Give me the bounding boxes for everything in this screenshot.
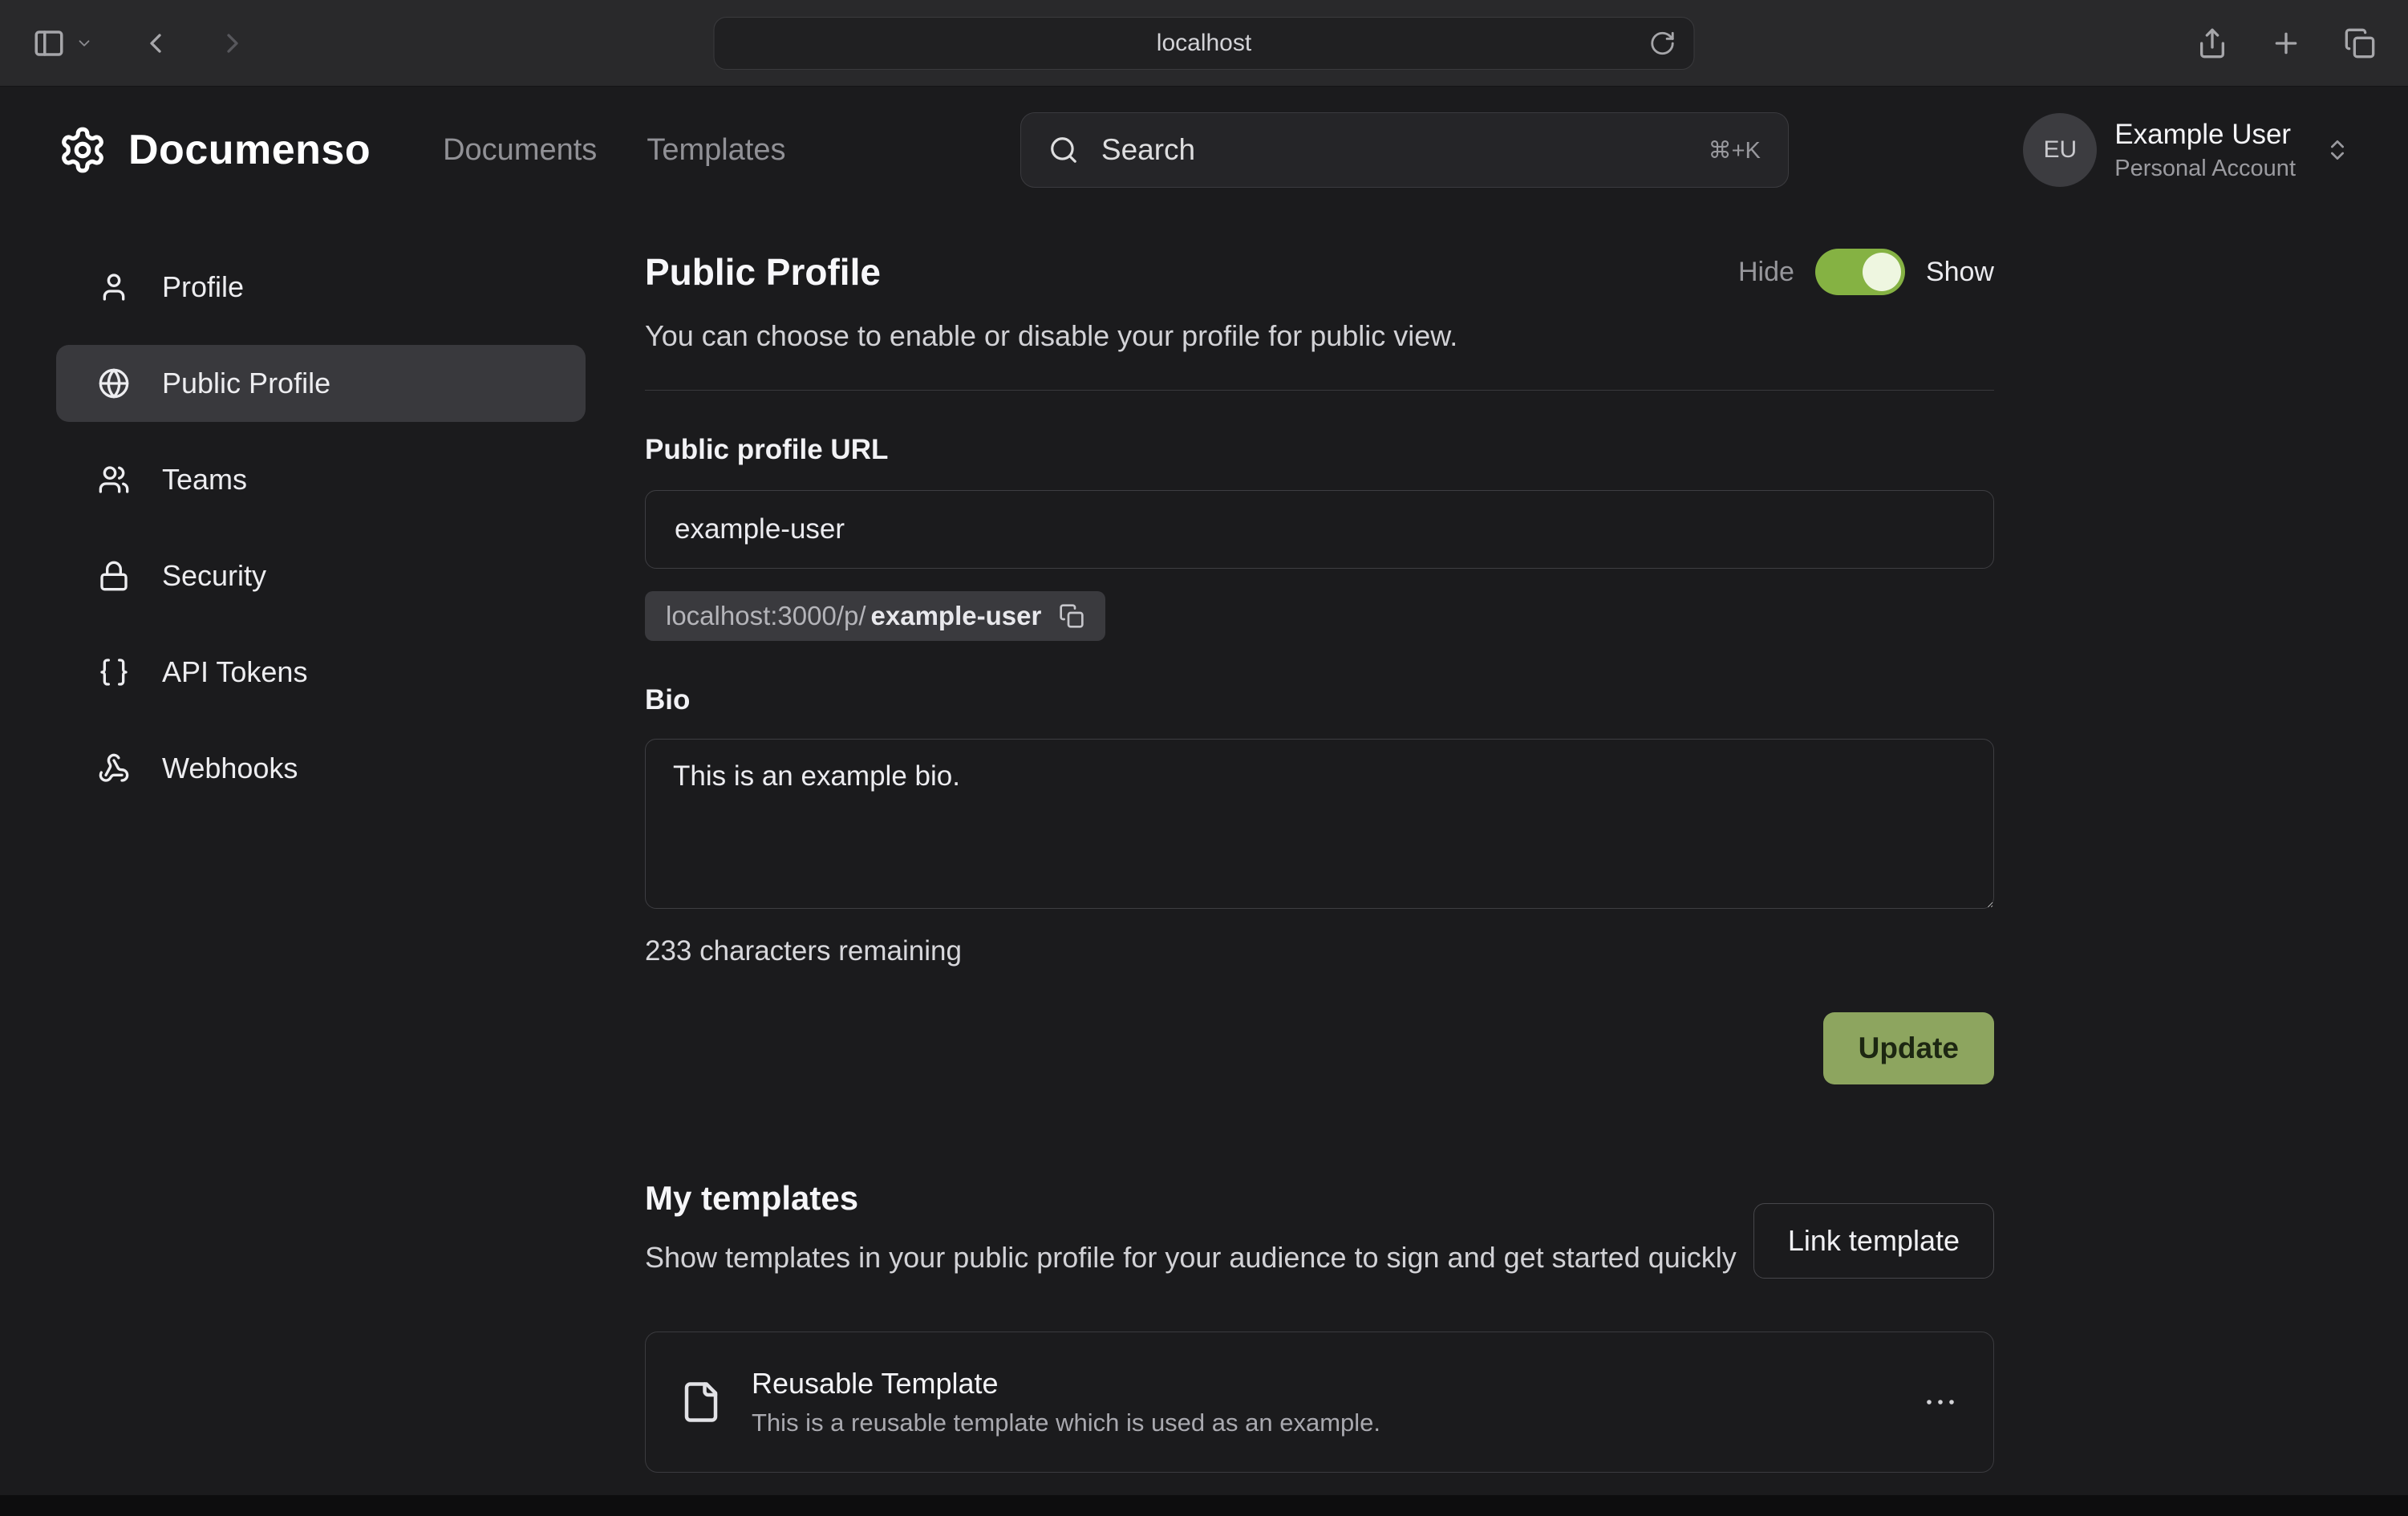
lock-icon <box>98 560 130 592</box>
template-name: Reusable Template <box>752 1367 1380 1400</box>
top-nav: Documents Templates <box>443 133 785 168</box>
braces-icon <box>98 656 130 688</box>
search-input[interactable] <box>1101 133 1686 167</box>
users-icon <box>98 464 130 496</box>
user-icon <box>98 271 130 303</box>
sidebar-item-label: Security <box>162 559 266 593</box>
search-icon <box>1048 135 1079 165</box>
documenso-logo-icon <box>58 125 107 175</box>
brand-logo[interactable]: Documenso <box>58 125 371 175</box>
profile-url-slug: example-user <box>871 601 1042 631</box>
toggle-knob <box>1863 253 1901 291</box>
templates-section-description: Show templates in your public profile fo… <box>645 1237 1737 1279</box>
account-name: Example User <box>2114 119 2296 151</box>
address-bar[interactable]: localhost <box>714 17 1695 70</box>
globe-icon <box>98 367 130 399</box>
brand-name: Documenso <box>128 126 371 174</box>
tab-overview-icon[interactable] <box>2344 27 2376 59</box>
url-field-label: Public profile URL <box>645 434 1994 466</box>
back-button[interactable] <box>140 27 172 59</box>
window-bottom-edge <box>0 1495 2408 1516</box>
page-title: Public Profile <box>645 250 881 294</box>
copy-icon[interactable] <box>1059 603 1084 629</box>
sidebar-item-security[interactable]: Security <box>56 537 586 614</box>
sidebar-item-label: Teams <box>162 463 247 497</box>
toggle-label-hide: Hide <box>1738 257 1794 288</box>
profile-visibility-toggle[interactable] <box>1815 249 1905 295</box>
sidebar-item-label: Webhooks <box>162 752 298 785</box>
characters-remaining: 233 characters remaining <box>645 935 1994 967</box>
sidebar-item-teams[interactable]: Teams <box>56 441 586 518</box>
global-search[interactable]: ⌘+K <box>1020 112 1789 188</box>
avatar: EU <box>2023 113 2097 187</box>
sidebar-item-profile[interactable]: Profile <box>56 249 586 326</box>
ellipsis-menu-icon[interactable] <box>1921 1383 1960 1421</box>
app-header: Documenso Documents Templates ⌘+K EU Exa… <box>0 87 2408 213</box>
nav-documents[interactable]: Documents <box>443 133 597 168</box>
bio-field-label: Bio <box>645 684 1994 716</box>
templates-section-title: My templates <box>645 1179 1737 1218</box>
toggle-label-show: Show <box>1926 257 1994 288</box>
public-profile-url-input[interactable] <box>645 490 1994 569</box>
account-menu[interactable]: EU Example User Personal Account <box>2023 113 2350 187</box>
profile-url-copy-chip[interactable]: localhost:3000/p/ example-user <box>645 591 1105 641</box>
chevrons-up-down-icon <box>2325 137 2350 163</box>
sidebar-item-public-profile[interactable]: Public Profile <box>56 345 586 422</box>
sidebar-item-label: API Tokens <box>162 655 307 689</box>
sidebar-item-webhooks[interactable]: Webhooks <box>56 730 586 807</box>
new-tab-icon[interactable] <box>2270 27 2302 59</box>
nav-templates[interactable]: Templates <box>647 133 785 168</box>
sidebar-toggle-icon[interactable] <box>32 26 66 60</box>
browser-toolbar: localhost <box>0 0 2408 87</box>
visibility-toggle-group: Hide Show <box>1738 249 1994 295</box>
address-bar-url: localhost <box>1157 30 1251 57</box>
sidebar-item-api-tokens[interactable]: API Tokens <box>56 634 586 711</box>
share-icon[interactable] <box>2196 27 2228 59</box>
chevron-down-icon[interactable] <box>75 34 93 52</box>
template-card: Reusable Template This is a reusable tem… <box>645 1332 1994 1473</box>
update-button[interactable]: Update <box>1823 1012 1994 1084</box>
search-shortcut: ⌘+K <box>1709 136 1761 164</box>
reload-icon[interactable] <box>1649 30 1676 57</box>
profile-url-prefix: localhost:3000/p/ <box>666 601 866 631</box>
settings-sidebar: Profile Public Profile Teams Security AP… <box>56 249 586 1473</box>
file-icon <box>679 1380 723 1424</box>
webhook-icon <box>98 752 130 784</box>
link-template-button[interactable]: Link template <box>1753 1203 1994 1279</box>
bio-textarea[interactable]: This is an example bio. <box>645 739 1994 909</box>
sidebar-item-label: Public Profile <box>162 367 330 400</box>
forward-button[interactable] <box>217 27 249 59</box>
account-type: Personal Account <box>2114 156 2296 182</box>
page-subtitle: You can choose to enable or disable your… <box>645 319 1994 353</box>
sidebar-item-label: Profile <box>162 270 244 304</box>
template-description: This is a reusable template which is use… <box>752 1409 1380 1437</box>
main-content: Public Profile Hide Show You can choose … <box>645 249 1994 1473</box>
divider <box>645 390 1994 391</box>
